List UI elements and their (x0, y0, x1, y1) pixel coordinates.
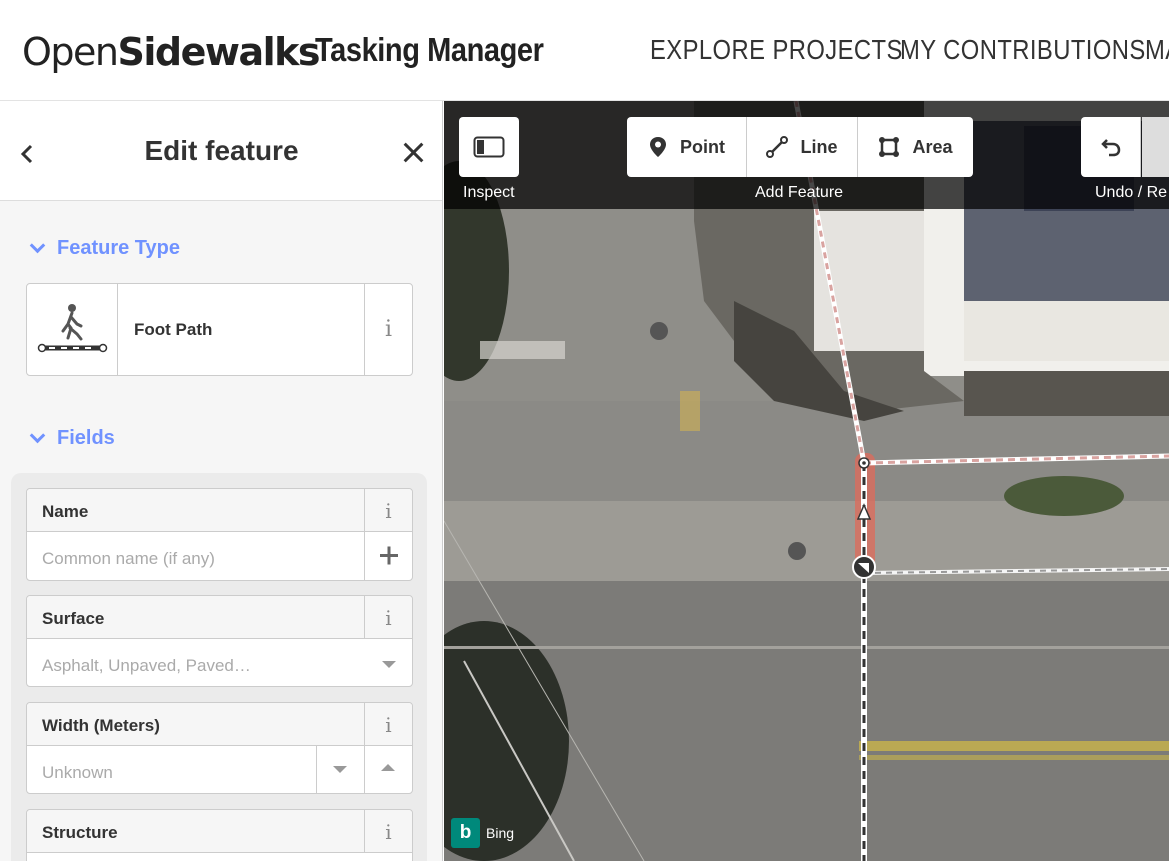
line-icon (766, 136, 789, 158)
logo-wordmark: OpenSidewalks (22, 30, 321, 74)
name-field: Name i Common name (if any) (26, 488, 413, 581)
feature-type-label: Foot Path (134, 320, 213, 339)
add-line-label: Line (800, 136, 838, 157)
nav-my-contributions[interactable]: MY CONTRIBUTIONS (900, 34, 1145, 66)
width-decrement-button[interactable] (316, 746, 364, 794)
fields-section-toggle[interactable]: Fields (28, 427, 115, 450)
map-pin-icon (650, 137, 666, 157)
inspect-toggle-button[interactable] (459, 117, 519, 177)
add-area-button[interactable]: Area (858, 117, 973, 177)
app-title: Tasking Manager (315, 31, 544, 68)
structure-field: Structure i (26, 809, 413, 861)
caret-down-icon (333, 766, 347, 773)
width-info-button[interactable]: i (364, 703, 412, 746)
add-feature-caption: Add Feature (755, 184, 844, 201)
add-point-label: Point (680, 136, 725, 157)
top-navigation-bar: OpenSidewalks Tasking Manager EXPLORE PR… (0, 0, 1169, 101)
caret-up-icon (381, 764, 395, 771)
close-icon[interactable] (398, 137, 430, 169)
nav-more[interactable]: MA (1145, 34, 1169, 66)
width-input[interactable]: Unknown (42, 763, 113, 783)
dropdown-caret-icon[interactable] (382, 661, 396, 668)
redo-button[interactable] (1142, 117, 1169, 177)
name-field-header: Name i (27, 489, 412, 532)
undo-button[interactable] (1081, 117, 1141, 177)
bing-logo-icon: b (451, 818, 480, 848)
surface-field-header: Surface i (27, 596, 412, 639)
sidebar-toggle-icon (473, 136, 505, 158)
fields-heading: Fields (57, 427, 115, 449)
structure-info-button[interactable]: i (364, 810, 412, 853)
width-field-label: Width (Meters) (42, 716, 160, 735)
name-input[interactable]: Common name (if any) (42, 549, 215, 569)
name-info-button[interactable]: i (364, 489, 412, 532)
chevron-down-icon (29, 427, 46, 444)
surface-combo-input[interactable]: Asphalt, Unpaved, Paved… (42, 656, 251, 676)
surface-field-label: Surface (42, 609, 105, 628)
area-icon (879, 137, 900, 157)
aerial-imagery (444, 101, 1169, 861)
feature-type-info-button[interactable]: i (364, 284, 412, 375)
opensidewalks-logo[interactable]: OpenSidewalks (22, 30, 321, 74)
feature-type-selector[interactable]: Foot Path i (26, 283, 413, 376)
undo-icon (1100, 139, 1120, 157)
panel-title: Edit feature (144, 135, 299, 166)
panel-header: Edit feature (0, 101, 442, 201)
feature-type-heading: Feature Type (57, 237, 180, 259)
add-point-button[interactable]: Point (627, 117, 747, 177)
chevron-down-icon (29, 237, 46, 254)
structure-field-header: Structure i (27, 810, 412, 853)
pedestrian-footpath-icon (27, 284, 118, 375)
undo-redo-caption: Undo / Re (1095, 184, 1168, 201)
surface-info-button[interactable]: i (364, 596, 412, 639)
add-localized-name-button[interactable] (364, 532, 412, 580)
surface-field: Surface i Asphalt, Unpaved, Paved… (26, 595, 413, 687)
add-area-label: Area (912, 136, 953, 157)
width-field-header: Width (Meters) i (27, 703, 412, 746)
main-nav: EXPLORE PROJECTS MY CONTRIBUTIONS MA (650, 34, 1169, 66)
width-increment-button[interactable] (364, 746, 412, 794)
imagery-attribution[interactable]: b Bing (451, 818, 514, 848)
add-line-button[interactable]: Line (747, 117, 858, 177)
width-field: Width (Meters) i Unknown (26, 702, 413, 794)
structure-field-label: Structure (42, 823, 118, 842)
bing-attribution-text: Bing (486, 825, 515, 841)
feature-type-section-toggle[interactable]: Feature Type (28, 237, 180, 260)
map-canvas[interactable]: Inspect Point Line Area Add Feature Undo… (444, 101, 1169, 861)
edit-feature-panel: Edit feature Feature Type Foot Path i Fi… (0, 101, 443, 861)
name-field-label: Name (42, 502, 89, 521)
inspect-caption: Inspect (463, 184, 515, 201)
map-toolbar: Inspect Point Line Area Add Feature Undo… (444, 101, 1169, 209)
nav-explore-projects[interactable]: EXPLORE PROJECTS (650, 34, 902, 66)
